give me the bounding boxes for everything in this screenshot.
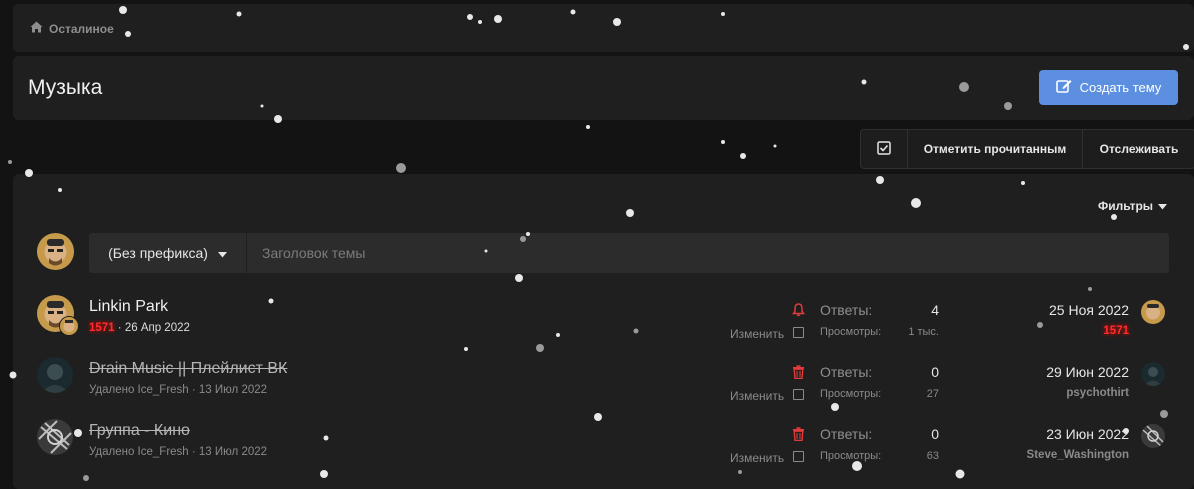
replies-count: 0 (931, 426, 939, 442)
thread-select-checkbox[interactable] (793, 389, 804, 400)
last-post-avatar[interactable] (1141, 362, 1165, 386)
caret-down-icon (1158, 199, 1168, 213)
thread-select-checkbox[interactable] (793, 451, 804, 462)
last-post-user[interactable]: psychothirt (1066, 387, 1129, 399)
watch-forum-button[interactable]: Отслеживать (1083, 130, 1194, 168)
meta-separator: · (114, 322, 125, 334)
edit-icon (1055, 78, 1072, 97)
thread-row: Группа - Кино Удалено Ice_Fresh · 13 Июл… (13, 416, 1194, 476)
select-threads-button[interactable] (861, 130, 908, 168)
replies-label: Ответы: (820, 426, 873, 442)
last-post-date[interactable]: 23 Июн 2022 (1046, 426, 1129, 442)
thread-author-avatar[interactable] (37, 419, 73, 455)
checkbox-checked-icon (877, 140, 891, 158)
last-post-avatar[interactable] (1141, 300, 1165, 324)
mark-read-button[interactable]: Отметить прочитанным (908, 130, 1083, 168)
prefix-select[interactable]: (Без префикса) (89, 233, 247, 273)
forum-actions: Отметить прочитанным Отслеживать (860, 129, 1194, 169)
last-post-date[interactable]: 25 Ноя 2022 (1049, 302, 1129, 318)
replies-label: Ответы: (820, 302, 873, 318)
views-count: 63 (926, 450, 939, 462)
thread-author[interactable]: 1571 (89, 322, 115, 334)
filters-label: Фильтры (1098, 199, 1154, 213)
trash-icon (792, 365, 806, 384)
thread-date: 26 Апр 2022 (124, 322, 190, 334)
last-post-user[interactable]: 1571 (1103, 325, 1129, 337)
edit-thread-link[interactable]: Изменить (730, 389, 784, 403)
thread-meta: 1571 · 26 Апр 2022 (89, 322, 190, 334)
thread-meta: Удалено Ice_Fresh · 13 Июл 2022 (89, 446, 268, 458)
views-label: Просмотры: (820, 450, 882, 462)
replies-count: 4 (931, 302, 939, 318)
views-label: Просмотры: (820, 388, 882, 400)
user-avatar[interactable] (37, 233, 74, 270)
views-label: Просмотры: (820, 326, 882, 338)
thread-title-input[interactable] (247, 233, 1169, 273)
last-post-date[interactable]: 29 Июн 2022 (1046, 364, 1129, 380)
page-header: Музыка Создать тему (13, 56, 1194, 120)
thread-select-checkbox[interactable] (793, 327, 804, 338)
last-post-avatar[interactable] (1141, 424, 1165, 448)
breadcrumb-label[interactable]: Осталиное (49, 22, 114, 36)
prefix-select-label: (Без префикса) (108, 245, 208, 261)
breadcrumb[interactable]: Осталиное (30, 21, 114, 36)
replies-label: Ответы: (820, 364, 873, 380)
thread-row: Drain Music || Плейлист ВК Удалено Ice_F… (13, 354, 1194, 414)
create-thread-label: Создать тему (1079, 80, 1162, 95)
bell-icon (792, 303, 806, 322)
create-thread-button[interactable]: Создать тему (1039, 70, 1178, 105)
edit-thread-link[interactable]: Изменить (730, 451, 784, 465)
thread-title[interactable]: Drain Music || Плейлист ВК (89, 360, 287, 378)
thread-list: Фильтры (Без префикса) Linkin Park 1571 … (13, 174, 1194, 489)
page-title: Музыка (28, 76, 103, 99)
views-count: 27 (926, 388, 939, 400)
trash-icon (792, 427, 806, 446)
last-post-user[interactable]: Steve_Washington (1027, 449, 1129, 461)
edit-thread-link[interactable]: Изменить (730, 327, 784, 341)
caret-down-icon (217, 245, 227, 261)
replies-count: 0 (931, 364, 939, 380)
views-count: 1 тыс. (908, 326, 939, 338)
thread-title[interactable]: Группа - Кино (89, 422, 190, 440)
thread-meta: Удалено Ice_Fresh · 13 Июл 2022 (89, 384, 268, 396)
thread-author-avatar[interactable] (37, 357, 73, 393)
thread-title[interactable]: Linkin Park (89, 298, 168, 316)
last-poster-mini-avatar[interactable] (59, 316, 79, 336)
thread-row: Linkin Park 1571 · 26 Апр 2022 Изменить … (13, 292, 1194, 352)
quick-thread-form: (Без префикса) (89, 233, 1169, 273)
home-icon (30, 21, 43, 36)
breadcrumb-bar: Осталиное (13, 4, 1194, 52)
filters-dropdown[interactable]: Фильтры (1098, 199, 1168, 213)
